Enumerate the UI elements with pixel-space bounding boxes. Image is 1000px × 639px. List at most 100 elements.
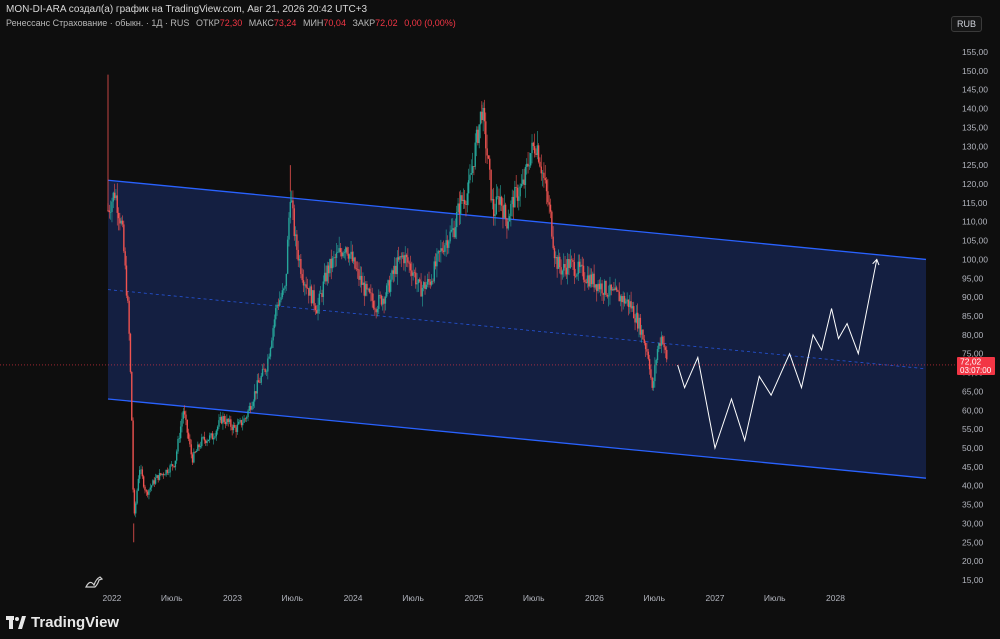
candle-body bbox=[605, 280, 607, 295]
candle-body bbox=[142, 476, 145, 487]
candle-body bbox=[407, 257, 409, 263]
candle-body bbox=[496, 196, 499, 197]
candle-body bbox=[378, 294, 380, 309]
candle-body bbox=[189, 438, 191, 445]
candle-body bbox=[251, 406, 253, 410]
time-axis[interactable]: 2022 Июль 2023 Июль 2024 Июль 2025 Июль 2026 Июль… bbox=[103, 593, 846, 603]
candle-body bbox=[396, 257, 398, 275]
candle-body bbox=[173, 466, 175, 468]
candle-body bbox=[581, 264, 583, 266]
y-tick-label: 125,00 bbox=[962, 160, 988, 170]
candle-body bbox=[193, 451, 195, 463]
candle-body bbox=[634, 318, 636, 323]
candle-body bbox=[502, 205, 504, 218]
x-tick-label: Июль bbox=[523, 593, 545, 603]
y-tick-label: 35,00 bbox=[962, 500, 984, 510]
candle-body bbox=[392, 270, 395, 274]
candle-body bbox=[614, 287, 616, 291]
candle-body bbox=[160, 473, 162, 475]
candle-body bbox=[309, 286, 311, 296]
candle-body bbox=[292, 200, 294, 209]
y-tick-label: 135,00 bbox=[962, 122, 988, 132]
candle-body bbox=[222, 416, 224, 424]
candle-body bbox=[544, 178, 546, 181]
candle-body bbox=[197, 444, 199, 451]
candle-body bbox=[651, 377, 653, 388]
price-axis[interactable]: 155,00 150,00 145,00 140,00 135,00 130,00 125,… bbox=[962, 47, 988, 585]
candle-body bbox=[306, 287, 309, 289]
candle-body bbox=[360, 275, 363, 285]
candle-body bbox=[367, 288, 369, 290]
y-tick-label: 145,00 bbox=[962, 85, 988, 95]
x-tick-label: Июль bbox=[402, 593, 424, 603]
candle-body bbox=[268, 356, 270, 359]
candle-body bbox=[316, 310, 318, 314]
candle-body bbox=[626, 299, 628, 302]
candle-body bbox=[434, 261, 437, 267]
candle-body bbox=[573, 262, 575, 276]
candle-body bbox=[199, 446, 202, 448]
candle-body bbox=[508, 216, 511, 222]
candle-body bbox=[426, 278, 429, 285]
candle-body bbox=[218, 420, 220, 427]
candle-body bbox=[524, 167, 527, 185]
y-tick-label: 95,00 bbox=[962, 273, 984, 283]
candle-body bbox=[346, 247, 348, 254]
candle-body bbox=[539, 161, 541, 167]
candle-body bbox=[547, 191, 549, 203]
candle-body bbox=[425, 284, 428, 290]
candle-body bbox=[370, 292, 372, 294]
candle-body bbox=[588, 275, 590, 287]
candle-body bbox=[384, 296, 387, 304]
candle-body bbox=[326, 265, 328, 282]
candle-body bbox=[541, 172, 544, 174]
candle-body bbox=[642, 329, 644, 340]
candle-body bbox=[247, 410, 249, 418]
candle-body bbox=[444, 245, 446, 252]
candle-body bbox=[568, 258, 570, 268]
price-chart[interactable]: 155,00 150,00 145,00 140,00 135,00 130,00 125,… bbox=[0, 0, 1000, 639]
candle-body bbox=[424, 282, 426, 290]
candle-body bbox=[253, 391, 256, 402]
regression-channel[interactable] bbox=[107, 179, 927, 479]
candle-body bbox=[644, 343, 647, 350]
candle-body bbox=[572, 259, 574, 263]
candle-body bbox=[436, 253, 438, 267]
candle-body bbox=[319, 293, 322, 294]
candle-body bbox=[643, 339, 646, 344]
candle-body bbox=[120, 220, 122, 224]
candle-body bbox=[201, 437, 203, 447]
candle-body bbox=[125, 265, 128, 296]
tradingview-logo[interactable]: TradingView bbox=[6, 614, 119, 631]
candle-body bbox=[388, 280, 391, 292]
candle-body bbox=[304, 284, 306, 286]
candle-body bbox=[172, 464, 174, 467]
candle-body bbox=[354, 257, 356, 269]
candle-body bbox=[512, 196, 515, 208]
candle-body bbox=[211, 433, 214, 440]
candle-body bbox=[454, 227, 457, 238]
candle-body bbox=[515, 186, 517, 188]
candle-body bbox=[504, 204, 507, 219]
candle-body bbox=[423, 282, 425, 288]
candle-body bbox=[127, 295, 129, 301]
candle-body bbox=[242, 422, 244, 426]
candle-body bbox=[264, 369, 266, 372]
y-tick-label: 80,00 bbox=[962, 330, 984, 340]
candle-body bbox=[498, 196, 500, 205]
x-tick-label: 2027 bbox=[706, 593, 725, 603]
candle-body bbox=[231, 426, 233, 431]
candle-body bbox=[491, 199, 494, 201]
y-tick-label: 45,00 bbox=[962, 462, 984, 472]
candle-body bbox=[481, 111, 483, 121]
candle-body bbox=[194, 451, 196, 453]
candle-body bbox=[317, 304, 319, 314]
candle-body bbox=[285, 273, 288, 286]
candle-body bbox=[107, 210, 109, 211]
candle-body bbox=[352, 257, 355, 262]
candle-body bbox=[111, 201, 113, 212]
candle-body bbox=[374, 308, 376, 310]
last-price-tag: 72,0203:07:00 bbox=[957, 356, 995, 375]
candle-body bbox=[601, 283, 603, 294]
x-tick-label: Июль bbox=[764, 593, 786, 603]
